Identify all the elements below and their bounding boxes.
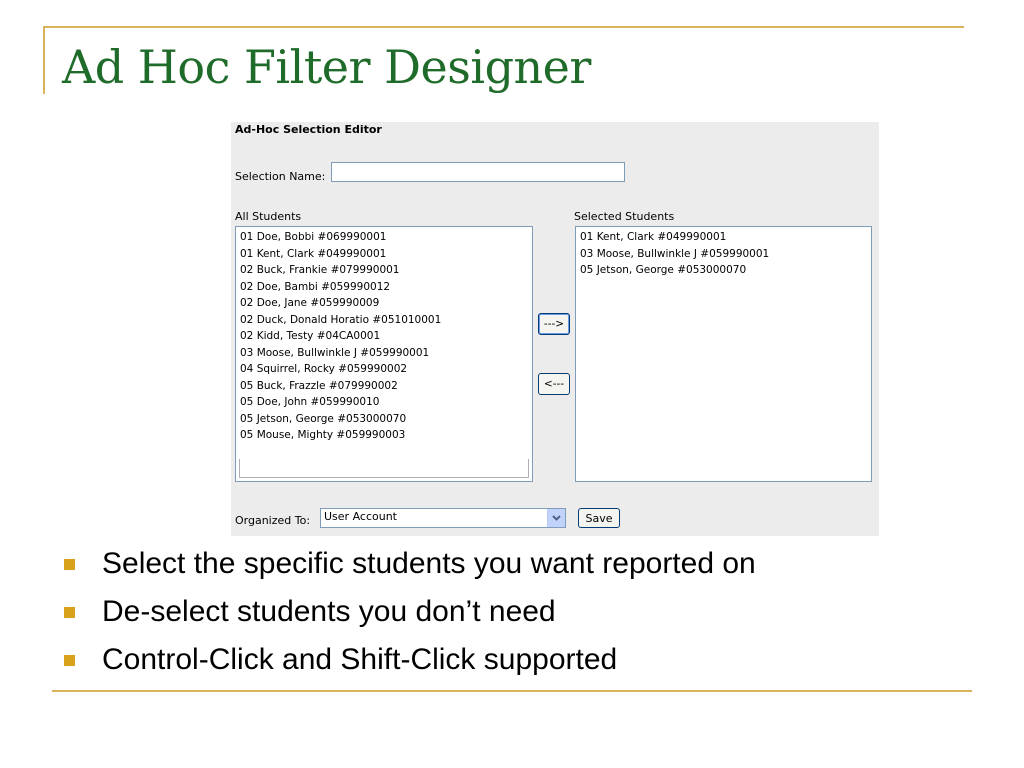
list-item[interactable]: 05 Mouse, Mighty #059990003 — [240, 427, 528, 444]
list-item[interactable]: 02 Buck, Frankie #079990001 — [240, 262, 528, 279]
list-item[interactable]: 02 Kidd, Testy #04CA0001 — [240, 328, 528, 345]
list-item[interactable]: 01 Kent, Clark #049990001 — [580, 229, 867, 246]
remove-from-selected-button[interactable]: <--- — [538, 373, 570, 395]
list-item[interactable]: 05 Jetson, George #053000070 — [240, 411, 528, 428]
bullet-text: De-select students you don’t need — [102, 595, 556, 628]
organized-to-label: Organized To: — [235, 514, 311, 527]
bullet-list: Select the specific students you want re… — [62, 540, 756, 684]
list-item[interactable]: 03 Moose, Bullwinkle J #059990001 — [240, 345, 528, 362]
selected-students-label: Selected Students — [574, 210, 675, 223]
ad-hoc-selection-editor: Ad-Hoc Selection Editor Selection Name: … — [231, 122, 879, 536]
list-item[interactable]: 05 Doe, John #059990010 — [240, 394, 528, 411]
organized-to-value: User Account — [324, 510, 397, 523]
list-item[interactable]: 03 Moose, Bullwinkle J #059990001 — [580, 246, 867, 263]
editor-title: Ad-Hoc Selection Editor — [235, 123, 382, 136]
all-students-list[interactable]: 01 Doe, Bobbi #069990001 01 Kent, Clark … — [235, 226, 533, 482]
list-item[interactable]: 05 Jetson, George #053000070 — [580, 262, 867, 279]
list-item[interactable]: 02 Doe, Bambi #059990012 — [240, 279, 528, 296]
bullet-item: Control-Click and Shift-Click supported — [62, 636, 756, 684]
bullet-text: Control-Click and Shift-Click supported — [102, 643, 618, 676]
square-bullet-icon — [64, 655, 75, 666]
top-rule — [43, 26, 964, 28]
bullet-item: De-select students you don’t need — [62, 588, 756, 636]
list-item[interactable]: 01 Doe, Bobbi #069990001 — [240, 229, 528, 246]
selection-name-label: Selection Name: — [235, 170, 326, 183]
save-button[interactable]: Save — [578, 508, 620, 528]
selection-name-input[interactable] — [331, 162, 625, 182]
square-bullet-icon — [64, 607, 75, 618]
square-bullet-icon — [64, 559, 75, 570]
list-item[interactable]: 01 Kent, Clark #049990001 — [240, 246, 528, 263]
left-rule — [43, 26, 45, 94]
bullet-item: Select the specific students you want re… — [62, 540, 756, 588]
list-frame-edge — [239, 459, 529, 478]
bullet-text: Select the specific students you want re… — [102, 547, 756, 580]
organized-to-select[interactable]: User Account — [320, 508, 566, 528]
list-item[interactable]: 04 Squirrel, Rocky #059990002 — [240, 361, 528, 378]
all-students-label: All Students — [235, 210, 302, 223]
slide-title: Ad Hoc Filter Designer — [62, 40, 591, 94]
list-item[interactable]: 05 Buck, Frazzle #079990002 — [240, 378, 528, 395]
chevron-down-icon[interactable] — [547, 509, 565, 527]
add-to-selected-button[interactable]: ---> — [538, 313, 570, 335]
bottom-rule — [52, 690, 972, 692]
selected-students-list[interactable]: 01 Kent, Clark #049990001 03 Moose, Bull… — [575, 226, 872, 482]
list-item[interactable]: 02 Duck, Donald Horatio #051010001 — [240, 312, 528, 329]
list-item[interactable]: 02 Doe, Jane #059990009 — [240, 295, 528, 312]
